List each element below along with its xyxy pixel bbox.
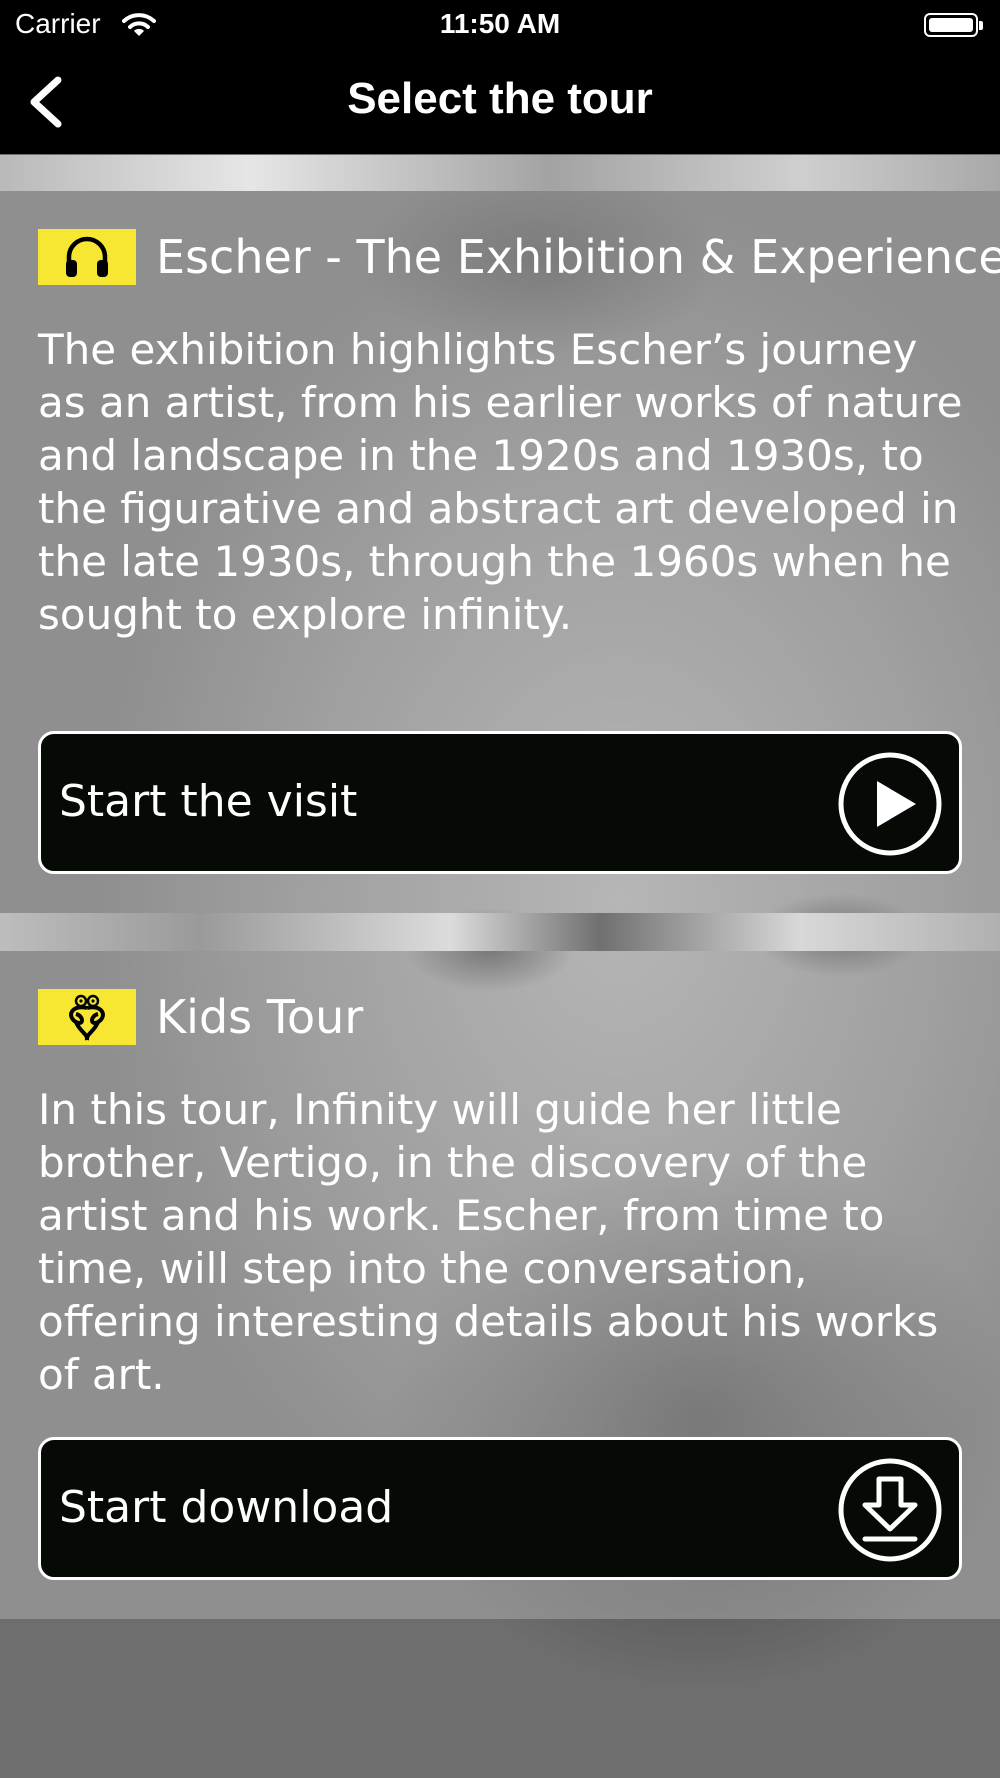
tour-title: Kids Tour	[156, 990, 364, 1044]
start-download-button[interactable]: Start download	[38, 1437, 962, 1580]
tour-description: The exhibition highlights Escher’s journ…	[38, 325, 963, 639]
start-visit-button[interactable]: Start the visit	[38, 731, 962, 874]
tour-badge	[38, 989, 136, 1045]
background-strip	[0, 913, 1000, 951]
headphones-icon	[66, 236, 108, 277]
tour-title: Escher - The Exhibition & Experience	[156, 230, 1000, 284]
battery-icon	[924, 13, 983, 37]
clock: 11:50 AM	[439, 8, 561, 39]
tour-card: Kids Tour In this tour, Infinity will gu…	[0, 951, 1000, 1619]
download-icon	[838, 1458, 942, 1562]
background-strip	[0, 155, 1000, 191]
button-label: Start download	[59, 1482, 394, 1533]
tour-badge	[38, 229, 136, 285]
status-bar: Carrier 11:50 AM	[0, 0, 1000, 50]
play-icon	[838, 752, 942, 856]
kids-character-icon	[69, 994, 105, 1041]
tour-header: Escher - The Exhibition & Experience	[38, 229, 1000, 285]
button-label: Start the visit	[59, 776, 358, 827]
navigation-bar: Select the tour	[0, 50, 1000, 154]
tour-card: Escher - The Exhibition & Experience The…	[0, 191, 1000, 913]
page-title: Select the tour	[347, 74, 653, 123]
tour-header: Kids Tour	[38, 989, 363, 1045]
tour-description: In this tour, Infinity will guide her li…	[38, 1085, 939, 1399]
